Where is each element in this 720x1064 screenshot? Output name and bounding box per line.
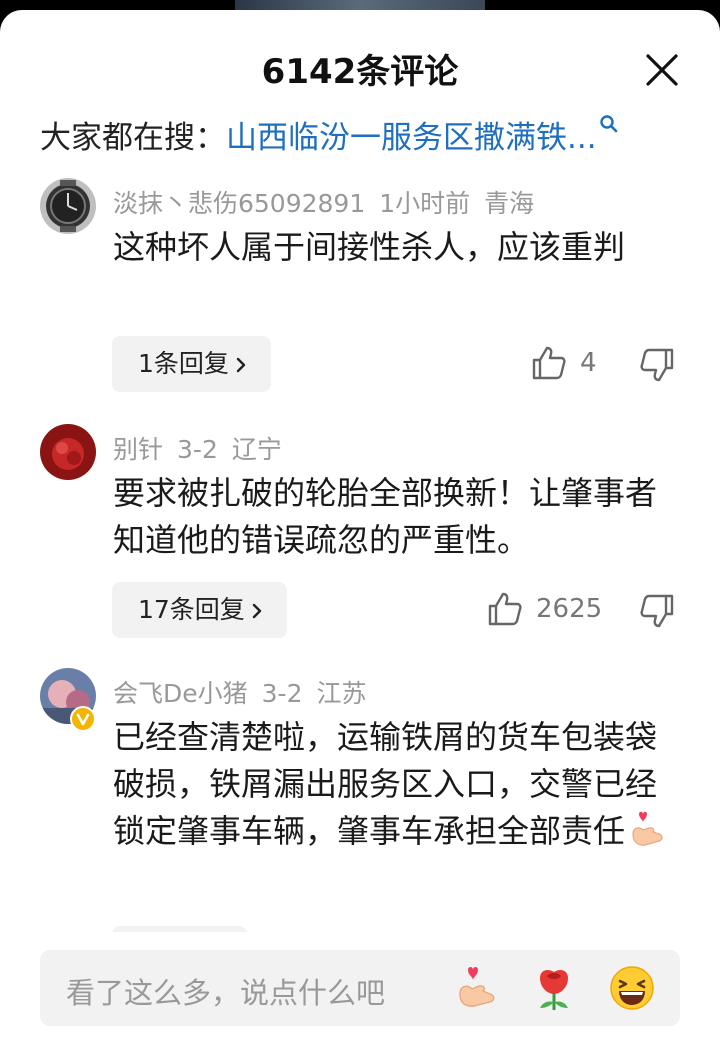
comment-text: 这种坏人属于间接性杀人，应该重判 [113,228,626,266]
verified-badge-icon [70,706,96,732]
rose-emoji-icon[interactable] [530,964,578,1012]
heart-hand-emoji-icon[interactable] [452,964,500,1012]
like-button[interactable]: 4 [530,344,597,382]
replies-count: 1条回复 [138,349,229,378]
search-icon[interactable] [599,114,619,136]
comments-sheet: 6142条评论 大家都在搜：山西临汾一服务区撒满铁... 淡抹丶悲伤650928… [0,10,720,1064]
comment-input-placeholder: 看了这么多，说点什么吧 [66,976,386,1010]
avatar[interactable] [40,178,96,234]
trending-search-label: 大家都在搜： [40,120,226,156]
chevron-right-icon [252,603,262,619]
thumb-down-icon[interactable] [638,592,676,630]
username[interactable]: 会飞De小猪 [113,679,248,708]
like-button[interactable]: 2625 [486,590,602,628]
comment-location: 青海 [484,189,535,218]
close-icon [646,54,678,86]
comment-input-bar: 看了这么多，说点什么吧 [0,932,720,1064]
comment-meta: 别针 3-2 辽宁 [113,430,296,466]
heart-hand-emoji-icon [632,811,663,846]
comment-time: 3-2 [177,435,218,464]
view-replies-button[interactable]: 17条回复 [112,582,287,638]
thumb-up-icon [532,346,566,380]
comment-input[interactable]: 看了这么多，说点什么吧 [40,950,680,1026]
comment-location: 江苏 [316,679,367,708]
laughing-emoji-icon[interactable] [608,964,656,1012]
comment-text: 已经查清楚啦，运输铁屑的货车包装袋破损，铁屑漏出服务区入口，交警已经锁定肇事车辆… [113,714,668,855]
comment-time: 1小时前 [379,189,471,218]
avatar[interactable] [40,424,96,480]
comments-header: 6142条评论 大家都在搜：山西临汾一服务区撒满铁... [0,10,720,156]
thumb-up-icon [488,592,522,626]
trending-search[interactable]: 大家都在搜：山西临汾一服务区撒满铁... [40,112,619,157]
chevron-right-icon [236,357,246,373]
thumb-down-icon[interactable] [638,346,676,384]
comment-meta: 会飞De小猪 3-2 江苏 [113,674,381,710]
trending-search-query[interactable]: 山西临汾一服务区撒满铁... [226,120,597,156]
comment-count-title: 6142条评论 [261,52,459,92]
username[interactable]: 别针 [113,435,163,464]
like-count: 4 [580,348,597,378]
comment-text: 要求被扎破的轮胎全部换新！让肇事者知道他的错误疏忽的严重性。 [113,474,658,559]
close-button[interactable] [640,48,684,92]
comment-time: 3-2 [261,679,303,708]
username[interactable]: 淡抹丶悲伤65092891 [113,189,365,218]
comment-text-content: 已经查清楚啦，运输铁屑的货车包装袋破损，铁屑漏出服务区入口，交警已经锁定肇事车辆… [113,718,658,850]
comment-meta: 淡抹丶悲伤65092891 1小时前 青海 [113,184,548,220]
comment-location: 辽宁 [231,435,282,464]
view-replies-button[interactable]: 1条回复 [112,336,271,392]
like-count: 2625 [536,594,603,624]
replies-count: 17条回复 [138,595,245,624]
